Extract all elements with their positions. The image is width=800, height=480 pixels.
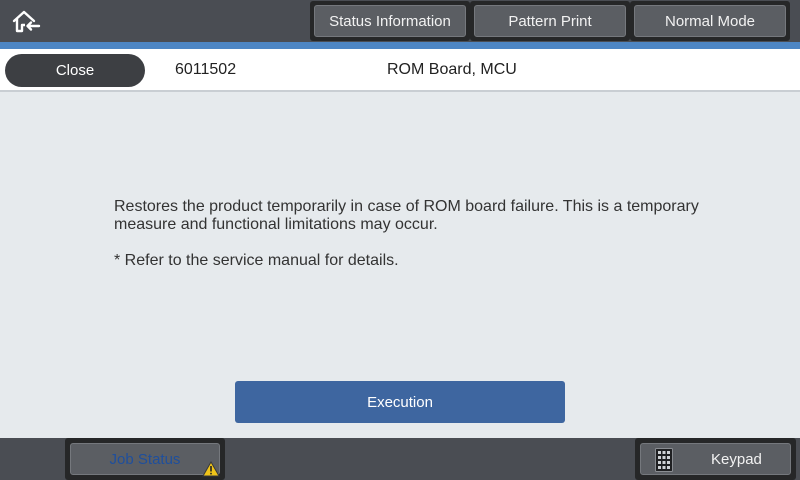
keypad-frame: Keypad (635, 438, 796, 480)
normal-mode-frame: Normal Mode (630, 1, 790, 41)
home-button[interactable] (8, 5, 44, 37)
status-information-frame: Status Information (310, 1, 470, 41)
note-text: * Refer to the service manual for detail… (114, 252, 399, 269)
keypad-button[interactable]: Keypad (640, 443, 791, 475)
top-bar: Status Information Pattern Print Normal … (0, 0, 800, 42)
job-status-label: Job Status (109, 450, 181, 468)
description-text: Restores the product temporarily in case… (114, 198, 699, 233)
close-button[interactable]: Close (5, 54, 145, 87)
keypad-label: Keypad (711, 451, 762, 468)
job-status-frame: Job Status (65, 438, 225, 480)
accent-stripe (0, 42, 800, 49)
home-back-icon (12, 10, 41, 33)
bottom-bar: Job Status Keypad (0, 438, 800, 480)
page-title: ROM Board, MCU (387, 61, 517, 78)
keypad-icon (655, 448, 673, 472)
normal-mode-button[interactable]: Normal Mode (634, 5, 786, 37)
warning-icon (202, 461, 220, 477)
pattern-print-frame: Pattern Print (470, 1, 630, 41)
status-information-button[interactable]: Status Information (314, 5, 466, 37)
pattern-print-button[interactable]: Pattern Print (474, 5, 626, 37)
execution-button[interactable]: Execution (235, 381, 565, 423)
main-content: Restores the product temporarily in case… (0, 94, 800, 438)
item-code: 6011502 (175, 61, 237, 78)
header-row: Close 6011502 ROM Board, MCU (0, 49, 800, 92)
job-status-button[interactable]: Job Status (70, 443, 220, 477)
